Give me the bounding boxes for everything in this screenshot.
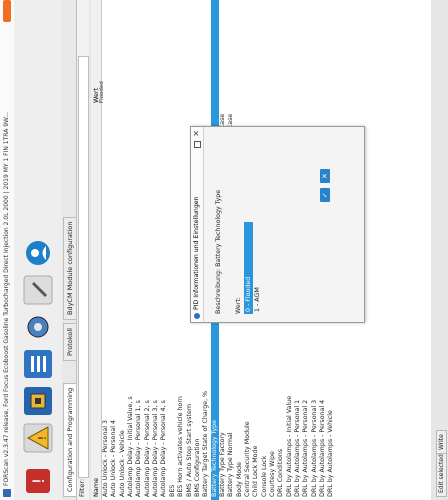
app-logo-icon[interactable]: !: [23, 466, 53, 496]
filter-label: Filter:: [78, 478, 86, 497]
table-row[interactable]: Autolamp Delay - Personal 2, s: [144, 0, 152, 500]
app-window: FORScan v2.3.47 release, Ford Focus Ecob…: [0, 0, 448, 500]
svg-text:!: !: [29, 478, 48, 484]
row-name: Console Lock: [260, 455, 268, 497]
table-row[interactable]: Auto Unlock - Personal 3: [102, 0, 110, 500]
table-row[interactable]: Auto Unlock - Vehicle: [119, 0, 127, 500]
dialog-title-bar: PID Informationen und Einstellungen ✕: [191, 127, 204, 322]
app-icon: [3, 489, 11, 497]
table-header: Name Wert Flooded: [91, 0, 105, 500]
row-name: Auto Unlock - Vehicle: [118, 430, 126, 497]
row-name: Child Lock Mode: [252, 445, 260, 497]
row-name: BES Horn activates vehicle horn: [177, 396, 185, 497]
window-title: FORScan v2.3.47 release, Ford Focus Ecob…: [3, 112, 10, 486]
row-name: Autolamp Delay - Personal 4, s: [160, 400, 168, 497]
row-name: DRL by Autolamps - Personal 2: [302, 399, 310, 497]
row-name: BMS Configuration: [193, 438, 201, 497]
row-name: Battery Target State of Charge, %: [202, 390, 210, 497]
row-name: DRL Conditions: [277, 448, 285, 497]
row-name: Auto Unlock - Personal 3: [102, 420, 109, 497]
row-name: Battery Type Factory: [218, 432, 226, 497]
tab-strip: Configuration and Programming Protokoll …: [62, 0, 77, 500]
row-name: Courtesy Wipe: [269, 451, 276, 497]
pid-dialog: PID Informationen und Einstellungen ✕ Be…: [190, 126, 365, 323]
dialog-description: Beschreibung: Battery Technology Type: [215, 189, 222, 314]
table-row[interactable]: Autolamp Delay - Initial Value, s: [127, 0, 135, 500]
tab-configuration[interactable]: Configuration and Programming: [63, 382, 76, 497]
row-name: DRL by Autolamps - Personal 3: [310, 399, 318, 497]
tab-bdycm-config[interactable]: BdyCM Module configuration: [63, 216, 76, 320]
table-row[interactable]: BES: [169, 0, 177, 500]
info-icon: [194, 313, 200, 319]
row-name: DRL by Autolamps - Personal 4: [319, 399, 327, 497]
dtc-warning-icon[interactable]: !: [23, 423, 53, 453]
table-row[interactable]: BES Horn activates vehicle horn: [177, 0, 185, 500]
table-row[interactable]: Autolamp Delay - Personal 3, s: [152, 0, 160, 500]
option-agm[interactable]: 1 - AGM: [253, 222, 262, 314]
test-gear-icon[interactable]: [23, 312, 53, 342]
title-bar: FORScan v2.3.47 release, Ford Focus Ecob…: [0, 0, 15, 500]
row-name: Autolamp Delay - Personal 2, s: [143, 400, 151, 497]
settings-wrench-icon[interactable]: [23, 275, 53, 305]
row-name: Autolamp Delay - Personal 3, s: [152, 400, 160, 497]
row-name: BMS / Auto Stop Start system: [185, 404, 193, 497]
table-row[interactable]: Auto Unlock - Personal 4: [110, 0, 118, 500]
filter-bar: Filter:: [77, 0, 89, 500]
row-name: Body Mode: [235, 461, 243, 497]
table-row[interactable]: Autolamp Delay - Personal 1, s: [135, 0, 143, 500]
cancel-button[interactable]: ✕: [320, 169, 330, 183]
window-controls[interactable]: [3, 0, 11, 22]
row-name: Autolamp Delay - Personal 1, s: [135, 400, 143, 497]
user-icon[interactable]: [23, 238, 53, 268]
module-list-icon[interactable]: [23, 349, 53, 379]
column-name[interactable]: Name: [92, 478, 100, 497]
tab-protokoll[interactable]: Protokoll: [63, 323, 76, 361]
filter-input[interactable]: [78, 56, 89, 478]
close-icon[interactable]: ✕: [191, 130, 203, 137]
row-name: BES: [168, 484, 176, 497]
option-flooded[interactable]: 0 - Flooded: [244, 222, 253, 314]
main-toolbar: ! !: [14, 0, 63, 500]
module-chip-icon[interactable]: [23, 386, 53, 416]
svg-text:!: !: [36, 436, 49, 440]
write-button[interactable]: Write: [436, 430, 447, 454]
row-name: Battery Type Normal: [227, 432, 235, 497]
dialog-title: PID Informationen und Einstellungen: [193, 196, 200, 310]
row-name: Autolamp Delay - Initial Value, s: [127, 396, 135, 497]
row-name: DRL by Autolamps - Initial Value: [285, 395, 293, 497]
maximize-icon[interactable]: [194, 141, 201, 148]
row-name: DRL by Autolamps - Vehicle: [327, 410, 335, 497]
row-name: Battery Technology Type: [210, 419, 218, 497]
edit-selected-button[interactable]: Edit selected: [436, 450, 447, 497]
value-label: Wert:: [235, 297, 242, 314]
ok-button[interactable]: ✓: [320, 188, 330, 202]
row-name: Auto Unlock - Personal 4: [110, 420, 118, 497]
row-name: Central Security Module: [243, 421, 251, 497]
bottom-buttons: Edit selected Write: [435, 0, 447, 500]
table-row[interactable]: Autolamp Delay - Personal 4, s: [160, 0, 168, 500]
value-list[interactable]: 0 - Flooded 1 - AGM: [244, 222, 344, 314]
row-name: DRL by Autolamps - Personal 1: [294, 399, 302, 497]
